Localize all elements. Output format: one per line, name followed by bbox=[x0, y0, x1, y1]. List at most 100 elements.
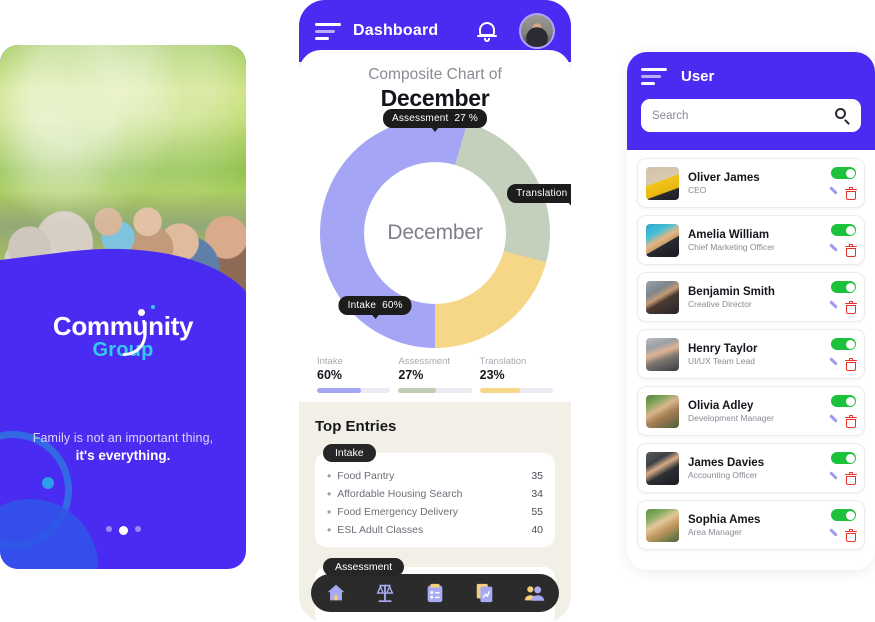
user-row[interactable]: Amelia William Chief Marketing Officer bbox=[637, 215, 865, 265]
sparkle-small-icon bbox=[151, 305, 156, 309]
pager-dot[interactable] bbox=[105, 526, 112, 532]
edit-icon[interactable] bbox=[828, 300, 839, 313]
stat-value: 27% bbox=[398, 368, 424, 382]
users-header-top: User bbox=[641, 68, 861, 85]
user-row[interactable]: Oliver James CEO bbox=[637, 158, 865, 208]
user-row[interactable]: Olivia Adley Development Manager bbox=[637, 386, 865, 436]
user-info: Benjamin Smith Creative Director bbox=[688, 286, 816, 309]
avatar bbox=[646, 166, 679, 200]
status-toggle[interactable] bbox=[831, 452, 856, 464]
delete-icon[interactable] bbox=[845, 357, 857, 371]
user-row[interactable]: Henry Taylor UI/UX Team Lead bbox=[637, 329, 865, 379]
app-screenshot: Community Group Family is not an importa… bbox=[0, 0, 875, 622]
stat-progress bbox=[317, 388, 391, 393]
report-chart-icon[interactable] bbox=[474, 582, 496, 604]
users-title: User bbox=[681, 68, 715, 85]
users-panel: User Oliver JamesCEO Amelia WilliamChief … bbox=[627, 52, 875, 570]
avatar bbox=[646, 280, 679, 314]
delete-icon[interactable] bbox=[845, 471, 857, 485]
user-role: Area Manager bbox=[688, 526, 742, 537]
clipboard-list-icon[interactable] bbox=[424, 582, 446, 604]
status-toggle[interactable] bbox=[831, 167, 856, 179]
tooltip-translation: Translation 23 % bbox=[507, 184, 571, 207]
search-bar[interactable] bbox=[641, 99, 861, 132]
pager-dots[interactable] bbox=[0, 526, 246, 535]
avatar bbox=[646, 451, 679, 485]
row-icons bbox=[816, 528, 857, 542]
pager-dot-active[interactable] bbox=[118, 526, 128, 535]
hamburger-icon[interactable] bbox=[315, 22, 341, 40]
stat-progress bbox=[479, 388, 553, 393]
user-row[interactable]: James Davies Accounting Officer bbox=[637, 443, 865, 493]
user-name: Olivia Adley bbox=[688, 399, 754, 412]
donut-hole: December bbox=[364, 162, 506, 304]
users-icon[interactable] bbox=[523, 582, 545, 604]
delete-icon[interactable] bbox=[845, 243, 857, 257]
stat-item: Assessment 27% bbox=[398, 356, 472, 393]
status-toggle[interactable] bbox=[831, 509, 856, 521]
user-row[interactable]: Sophia Ames Area Manager bbox=[637, 500, 865, 550]
scales-icon[interactable] bbox=[374, 582, 396, 604]
entry-name: ESL Adult Classes bbox=[337, 524, 424, 536]
tooltip-intake-value: 60% bbox=[382, 300, 403, 311]
brand-logo: Community Group bbox=[0, 305, 246, 362]
user-role: Development Manager bbox=[688, 412, 774, 423]
tooltip-assessment-text: Assessment bbox=[391, 113, 449, 124]
delete-icon[interactable] bbox=[845, 528, 857, 542]
delete-icon[interactable] bbox=[845, 186, 857, 200]
tooltip-translation-text: Translation bbox=[516, 188, 568, 199]
edit-icon[interactable] bbox=[828, 471, 839, 484]
home-icon[interactable] bbox=[325, 582, 347, 604]
avatar[interactable] bbox=[519, 13, 555, 49]
pager-dot[interactable] bbox=[134, 526, 141, 532]
edit-icon[interactable] bbox=[828, 357, 839, 370]
user-actions bbox=[816, 337, 857, 371]
stat-label: Translation bbox=[479, 356, 527, 367]
row-icons bbox=[816, 186, 857, 200]
bullet-icon: • bbox=[327, 487, 332, 501]
top-entries-title: Top Entries bbox=[315, 418, 397, 435]
search-icon[interactable] bbox=[835, 108, 850, 125]
status-toggle[interactable] bbox=[831, 224, 856, 236]
list-item[interactable]: • Food Emergency Delivery 55 bbox=[327, 503, 543, 521]
entry-value: 40 bbox=[531, 524, 543, 536]
status-toggle[interactable] bbox=[831, 338, 856, 350]
tooltip-intake: Intake 60% bbox=[338, 296, 412, 319]
user-name: Sophia Ames bbox=[688, 513, 761, 526]
user-info: Henry Taylor UI/UX Team Lead bbox=[688, 343, 816, 366]
entry-value: 34 bbox=[531, 488, 543, 500]
donut-center-label: December bbox=[387, 221, 483, 244]
avatar bbox=[646, 394, 679, 428]
entry-value: 35 bbox=[531, 470, 543, 482]
delete-icon[interactable] bbox=[845, 414, 857, 428]
list-item[interactable]: • ESL Adult Classes 40 bbox=[327, 521, 543, 539]
bullet-icon: • bbox=[327, 469, 332, 483]
edit-icon[interactable] bbox=[828, 243, 839, 256]
edit-icon[interactable] bbox=[828, 414, 839, 427]
status-toggle[interactable] bbox=[831, 395, 856, 407]
user-name: Benjamin Smith bbox=[688, 285, 775, 298]
hamburger-icon[interactable] bbox=[641, 68, 667, 85]
bell-icon[interactable] bbox=[477, 20, 497, 42]
entry-value: 55 bbox=[531, 506, 543, 518]
user-name: Oliver James bbox=[688, 171, 760, 184]
status-toggle[interactable] bbox=[831, 281, 856, 293]
user-role: CEO bbox=[688, 184, 707, 195]
user-row[interactable]: Benjamin Smith Creative Director bbox=[637, 272, 865, 322]
user-actions bbox=[816, 508, 857, 542]
row-icons bbox=[816, 243, 857, 257]
delete-icon[interactable] bbox=[845, 300, 857, 314]
edit-icon[interactable] bbox=[828, 186, 839, 199]
search-input[interactable] bbox=[652, 109, 835, 122]
user-actions bbox=[816, 451, 857, 485]
list-item[interactable]: • Affordable Housing Search 34 bbox=[327, 485, 543, 503]
user-name: Henry Taylor bbox=[688, 342, 758, 355]
row-icons bbox=[816, 300, 857, 314]
tagline: Family is not an important thing, it's e… bbox=[0, 431, 246, 463]
stat-label: Assessment bbox=[398, 356, 451, 367]
user-actions bbox=[816, 166, 857, 200]
edit-icon[interactable] bbox=[828, 528, 839, 541]
list-item[interactable]: • Food Pantry 35 bbox=[327, 467, 543, 485]
decor-dot bbox=[42, 477, 54, 489]
chart-subtitle: Composite Chart of bbox=[368, 66, 502, 83]
